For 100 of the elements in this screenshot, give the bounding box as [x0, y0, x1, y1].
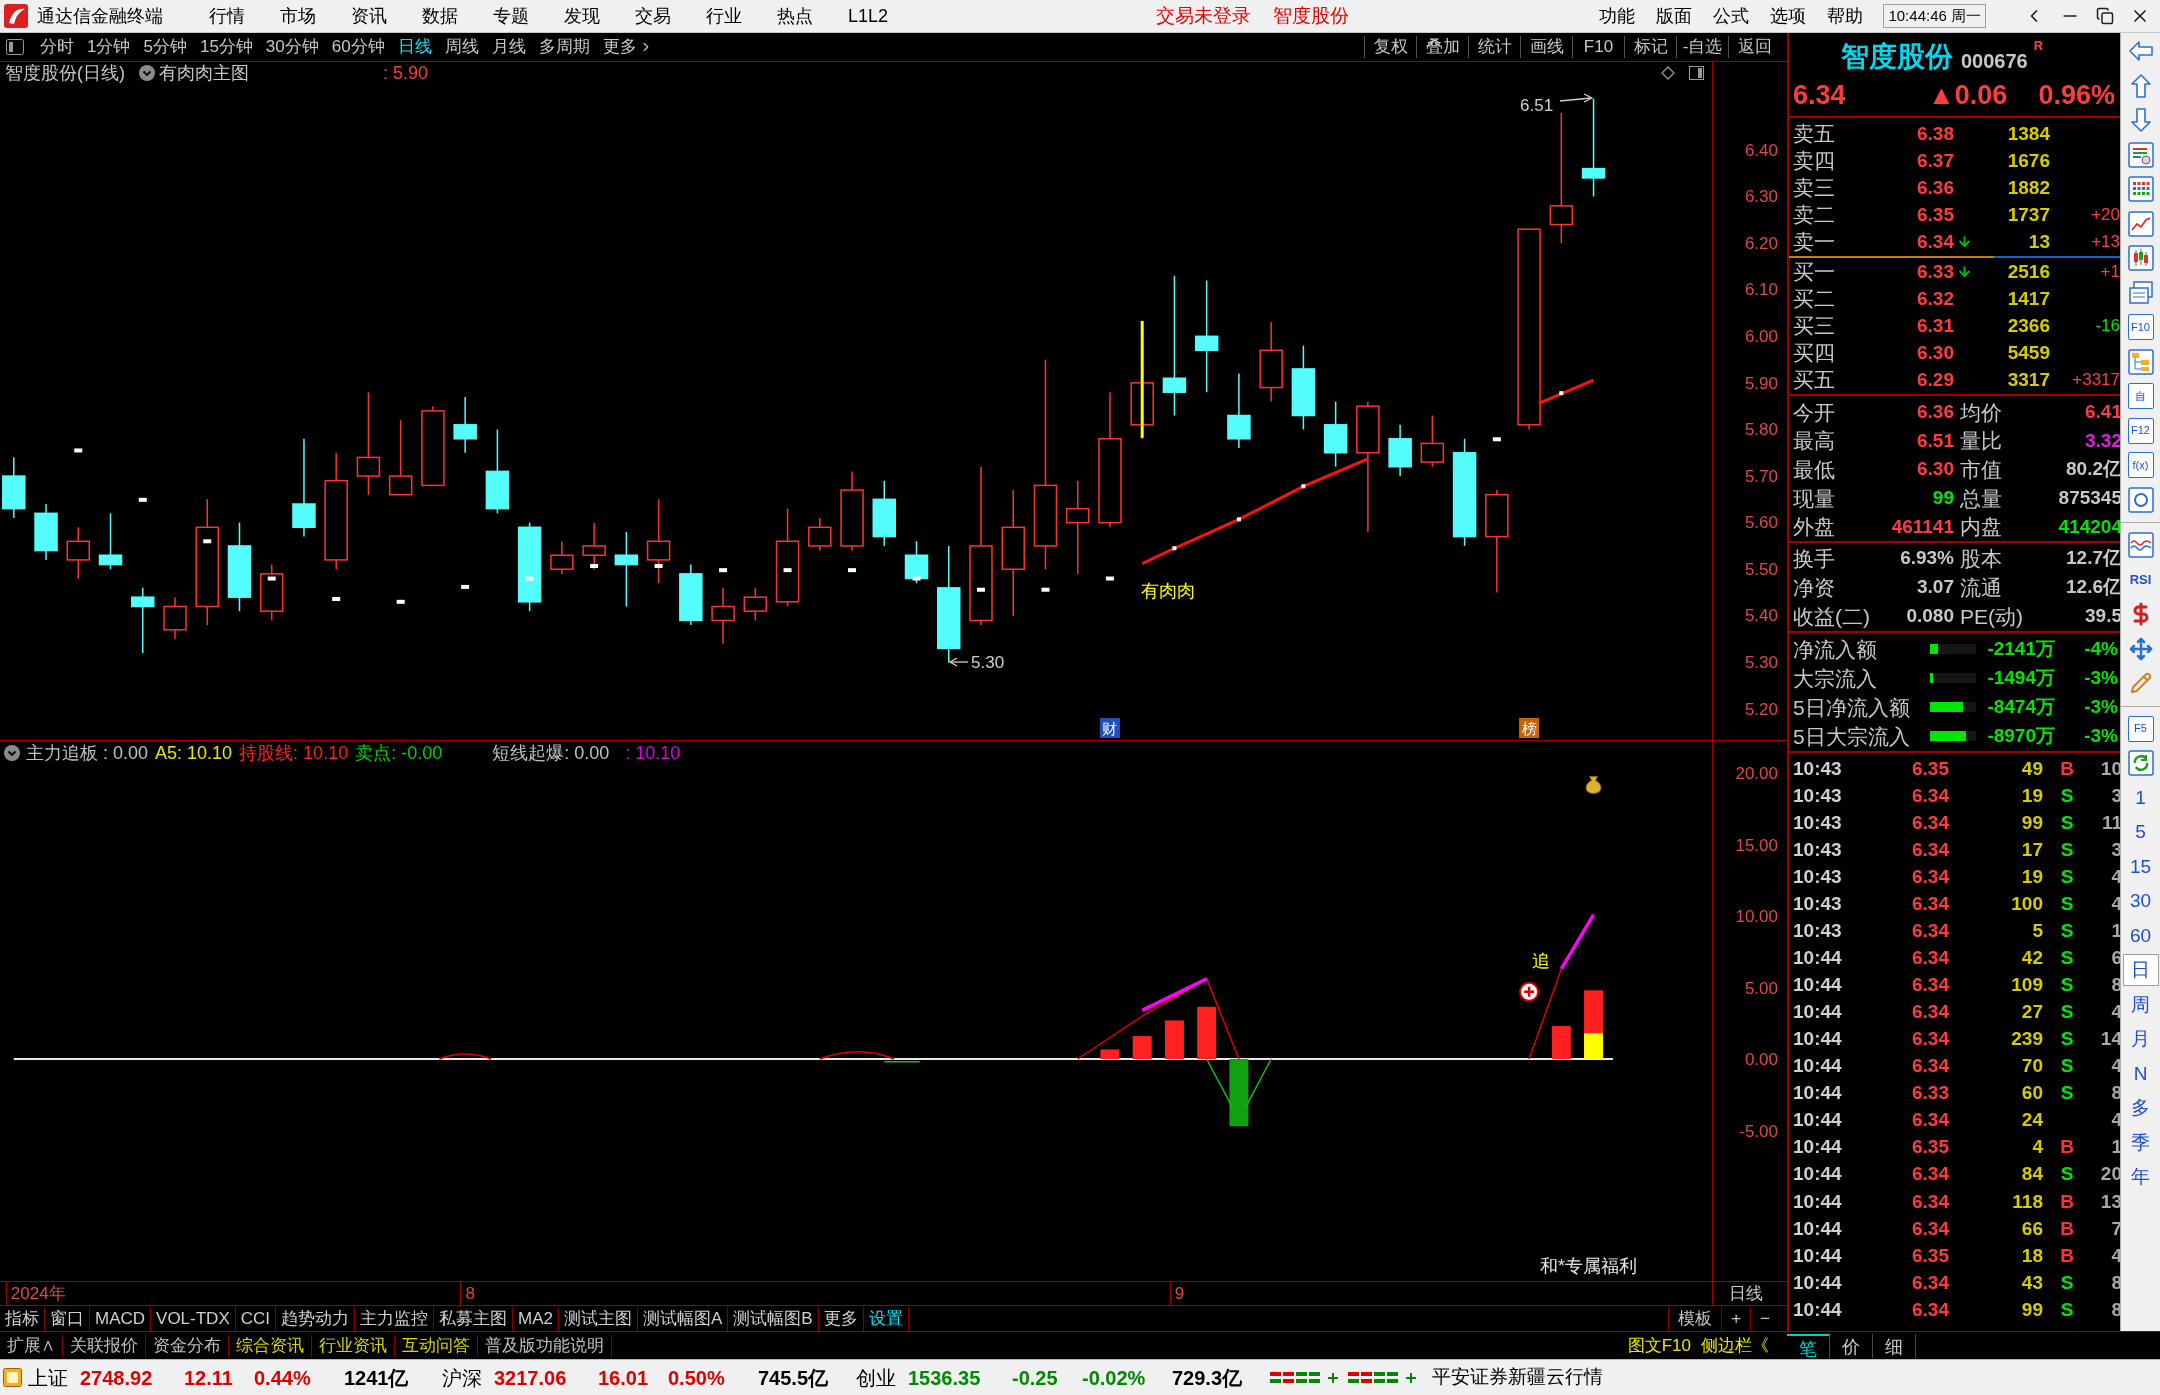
arrow-down-icon[interactable] — [2129, 107, 2152, 134]
tool-button[interactable]: F10 — [2127, 314, 2154, 341]
period-tab[interactable]: 日线 — [397, 34, 432, 60]
indicator-tab[interactable]: 测试主图 — [559, 1306, 638, 1331]
period-tab[interactable]: 5分钟 — [143, 34, 187, 60]
arrow-up-icon[interactable] — [2129, 72, 2152, 99]
move-icon[interactable] — [2128, 636, 2153, 661]
info-link[interactable]: 行业资讯 — [312, 1334, 394, 1357]
menu-item[interactable]: L1L2 — [848, 2, 889, 30]
chart-tool-button[interactable]: -自选 — [1676, 36, 1728, 58]
period-tab[interactable]: 15分钟 — [199, 34, 253, 60]
chart-tool-button[interactable]: 统计 — [1468, 36, 1520, 58]
indicator-tab[interactable]: 测试幅图A — [638, 1306, 729, 1331]
period-button[interactable]: 季 — [2122, 1126, 2159, 1159]
indicator-tab[interactable]: 指标 — [0, 1306, 45, 1331]
period-button[interactable]: 15 — [2122, 850, 2159, 883]
menu-item[interactable]: 功能 — [1599, 2, 1636, 30]
info-link[interactable]: 普及版功能说明 — [478, 1334, 611, 1357]
indicator-tab[interactable]: 测试幅图B — [728, 1306, 819, 1331]
period-button[interactable]: 30 — [2122, 885, 2159, 918]
period-button[interactable]: 1 — [2122, 781, 2159, 814]
period-tab[interactable]: 周线 — [444, 34, 479, 60]
period-tab[interactable]: 分时 — [40, 34, 74, 60]
indicator-tab[interactable]: MA2 — [513, 1306, 559, 1331]
menu-item[interactable]: 行情 — [209, 2, 245, 30]
menu-item[interactable]: 版面 — [1656, 2, 1693, 30]
diamond-icon[interactable] — [1661, 66, 1675, 80]
menu-item[interactable]: 行业 — [706, 2, 742, 30]
period-button[interactable]: 60 — [2122, 919, 2159, 952]
arrow-left-icon[interactable] — [2127, 40, 2154, 63]
tool-button[interactable]: F12 — [2127, 417, 2154, 444]
indicator-tab[interactable]: MACD — [90, 1306, 152, 1331]
tool-button[interactable]: F5 — [2127, 715, 2154, 742]
period-tab[interactable]: 60分钟 — [331, 34, 385, 60]
side-link[interactable]: 侧边栏《 — [1701, 1332, 1769, 1359]
menu-item[interactable]: 帮助 — [1827, 2, 1864, 30]
chart-tool-button[interactable]: 复权 — [1364, 36, 1416, 58]
indicator-button[interactable]: RSI — [2129, 573, 2152, 587]
period-tab[interactable]: 多周期 — [538, 34, 590, 60]
period-button[interactable]: 日 — [2122, 954, 2159, 987]
pencil-icon[interactable] — [2129, 672, 2152, 695]
menu-item[interactable]: 公式 — [1713, 2, 1750, 30]
chevron-down-icon[interactable] — [4, 745, 20, 761]
report-icon[interactable] — [2127, 141, 2154, 168]
menu-item[interactable]: 数据 — [422, 2, 458, 30]
menu-item[interactable]: 专题 — [493, 2, 529, 30]
menu-item[interactable]: 发现 — [564, 2, 600, 30]
panel-icon[interactable] — [3, 1368, 22, 1387]
sidebar-toggle-icon[interactable] — [6, 39, 24, 55]
period-button[interactable]: 5 — [2122, 816, 2159, 849]
toolbar-button[interactable]: 模板 — [1668, 1306, 1722, 1331]
menu-item[interactable]: 选项 — [1770, 2, 1807, 30]
menu-item[interactable]: 交易 — [635, 2, 671, 30]
period-button[interactable]: 年 — [2122, 1161, 2159, 1194]
period-button[interactable]: N — [2122, 1057, 2159, 1090]
period-button[interactable]: 周 — [2122, 988, 2159, 1021]
period-tab[interactable]: 月线 — [491, 34, 526, 60]
event-marker[interactable]: 财 — [1099, 718, 1120, 738]
chart-tool-button[interactable]: F10 — [1572, 36, 1624, 58]
panel-icon[interactable] — [1689, 66, 1704, 80]
menu-item[interactable]: 资讯 — [351, 2, 387, 30]
period-tab[interactable]: 1分钟 — [87, 34, 131, 60]
indicator-tab[interactable]: 私募主图 — [434, 1306, 514, 1331]
period-tab[interactable]: 更多 — [602, 34, 653, 60]
tool-button[interactable]: 自 — [2127, 383, 2154, 410]
grid-icon[interactable] — [2127, 176, 2154, 203]
tree-icon[interactable] — [2127, 348, 2154, 375]
chevron-down-icon[interactable] — [139, 65, 155, 81]
chart-tool-button[interactable]: 叠加 — [1416, 36, 1468, 58]
period-tab[interactable]: 30分钟 — [265, 34, 319, 60]
period-button[interactable]: 多 — [2122, 1092, 2159, 1125]
promo-text[interactable]: 和*专属福利 — [1540, 1256, 1637, 1276]
indicator-tab[interactable]: 趋势动力 — [276, 1306, 356, 1331]
indicator-tab[interactable]: 设置 — [863, 1306, 909, 1331]
quote-tab[interactable]: 价 — [1830, 1333, 1873, 1358]
info-link[interactable]: 扩展∧ — [0, 1334, 62, 1357]
quote-tab[interactable]: 笔 — [1787, 1333, 1830, 1358]
chart-tool-button[interactable]: 返回 — [1728, 36, 1780, 58]
side-link[interactable]: 图文F10 — [1627, 1332, 1691, 1359]
event-marker[interactable]: 榜 — [1519, 718, 1540, 738]
windows-icon[interactable] — [2127, 279, 2154, 306]
indicator-tab[interactable]: 更多 — [818, 1306, 864, 1331]
menu-item[interactable]: 市场 — [280, 2, 316, 30]
info-link[interactable]: 互动问答 — [395, 1334, 477, 1357]
indicator-tab[interactable]: 窗口 — [45, 1306, 90, 1331]
toolbar-button[interactable]: − — [1750, 1306, 1779, 1331]
chart-tool-button[interactable]: 画线 — [1520, 36, 1572, 58]
info-link[interactable]: 关联报价 — [63, 1334, 145, 1357]
chart-tool-button[interactable]: 标记 — [1624, 36, 1676, 58]
template-name[interactable]: 有肉肉主图 — [159, 59, 249, 87]
refresh-icon[interactable] — [2127, 750, 2154, 777]
info-link[interactable]: 综合资讯 — [229, 1334, 311, 1357]
menu-item[interactable]: 热点 — [777, 2, 813, 30]
line-chart-icon[interactable] — [2127, 210, 2154, 237]
toolbar-button[interactable]: + — [1721, 1306, 1751, 1331]
info-link[interactable]: 资金分布 — [146, 1334, 228, 1357]
restore-icon[interactable] — [2096, 7, 2114, 25]
indicator-tab[interactable]: CCI — [235, 1306, 277, 1331]
period-button[interactable]: 月 — [2122, 1023, 2159, 1056]
quote-tab[interactable]: 细 — [1873, 1333, 1916, 1358]
